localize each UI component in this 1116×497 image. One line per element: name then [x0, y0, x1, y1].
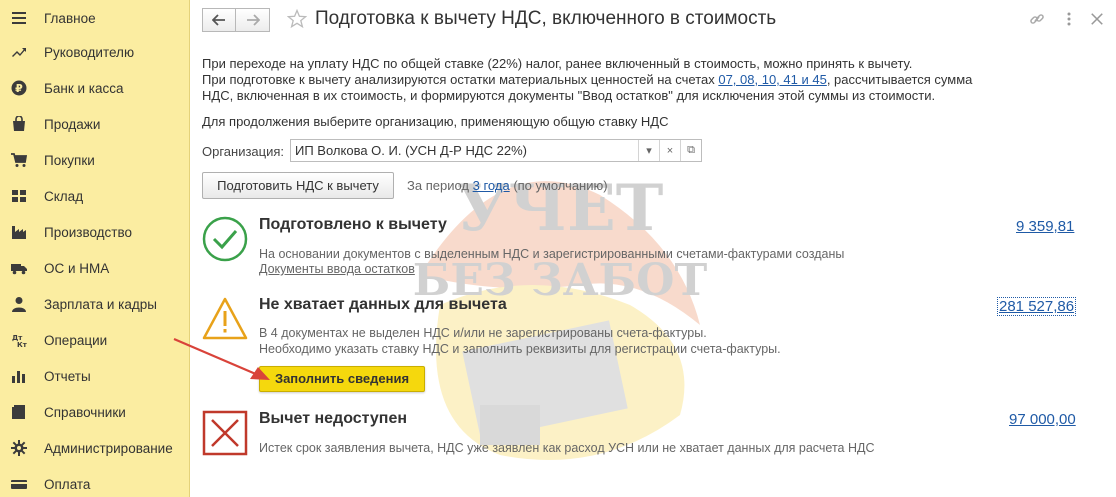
- missing-text-2: Необходимо указать ставку НДС и заполнит…: [259, 342, 781, 356]
- sidebar-item-label: Банк и касса: [44, 80, 124, 96]
- period-text: За период 3 года (по умолчанию): [407, 178, 608, 193]
- arrow-right-icon: [246, 14, 260, 26]
- sidebar-item-label: Администрирование: [44, 440, 173, 456]
- open-icon: ⧉: [687, 144, 695, 156]
- back-button[interactable]: [202, 8, 236, 32]
- x-box-icon: [202, 410, 248, 456]
- bar-chart-icon: [10, 367, 28, 385]
- link-icon[interactable]: [1028, 10, 1046, 28]
- forward-button[interactable]: [236, 8, 270, 32]
- sidebar-item-reports[interactable]: Отчеты: [0, 358, 190, 394]
- sidebar-item-production[interactable]: Производство: [0, 214, 190, 250]
- factory-icon: [10, 223, 28, 241]
- favorite-star-icon[interactable]: [287, 9, 307, 29]
- sidebar-item-label: Продажи: [44, 116, 101, 132]
- sidebar-item-main[interactable]: Главное: [0, 0, 190, 36]
- intro-line-3: НДС, включенная в их стоимость, и формир…: [202, 88, 936, 103]
- sidebar-item-references[interactable]: Справочники: [0, 394, 190, 430]
- person-icon: [10, 295, 28, 313]
- fill-details-button[interactable]: Заполнить сведения: [259, 366, 425, 392]
- unavailable-title: Вычет недоступен: [259, 410, 408, 427]
- sidebar-item-label: Производство: [44, 224, 133, 240]
- sidebar-item-label: ОС и НМА: [44, 260, 110, 276]
- sidebar-item-purchases[interactable]: Покупки: [0, 142, 190, 178]
- close-icon[interactable]: [1088, 10, 1106, 28]
- sidebar-item-manager[interactable]: Руководителю: [0, 34, 190, 70]
- prepare-vat-button[interactable]: Подготовить НДС к вычету: [202, 172, 394, 199]
- sidebar-item-fixed-assets[interactable]: ОС и НМА: [0, 250, 190, 286]
- org-label: Организация:: [202, 144, 285, 159]
- period-prefix: За период: [407, 178, 469, 193]
- warehouse-icon: [10, 187, 28, 205]
- missing-amount-link[interactable]: 281 527,86: [997, 297, 1077, 316]
- nav-buttons: [202, 8, 270, 32]
- sidebar-item-admin[interactable]: Администрирование: [0, 430, 190, 466]
- sidebar-item-label: Покупки: [44, 152, 95, 168]
- sidebar-item-label: Оплата: [44, 476, 91, 492]
- ready-title: Подготовлено к вычету: [259, 216, 447, 233]
- open-button[interactable]: ⧉: [680, 140, 701, 161]
- choose-org-text: Для продолжения выберите организацию, пр…: [202, 114, 669, 129]
- sidebar-item-label: Зарплата и кадры: [44, 296, 157, 312]
- sidebar-item-label: Руководителю: [44, 44, 135, 60]
- intro-line-2-text: При подготовке к вычету анализируются ос…: [202, 72, 719, 87]
- period-suffix: (по умолчанию): [513, 178, 608, 193]
- book-icon: [10, 403, 28, 421]
- missing-title: Не хватает данных для вычета: [259, 296, 507, 313]
- ruble-icon: ₽: [10, 79, 28, 97]
- sidebar-item-label: Отчеты: [44, 368, 91, 384]
- intro-line-1: При переходе на уплату НДС по общей став…: [202, 56, 913, 71]
- ready-amount-link[interactable]: 9 359,81: [1016, 218, 1074, 235]
- more-vertical-icon[interactable]: [1060, 10, 1078, 28]
- unavailable-text: Истек срок заявления вычета, НДС уже зая…: [259, 441, 875, 455]
- missing-text-1: В 4 документах не выделен НДС и/или не з…: [259, 326, 707, 340]
- clear-button[interactable]: ×: [659, 140, 680, 161]
- sidebar-item-salary[interactable]: Зарплата и кадры: [0, 286, 190, 322]
- sidebar-item-operations[interactable]: Дт Кт Операции: [0, 322, 190, 358]
- sidebar-item-label: Склад: [44, 188, 84, 204]
- check-circle-icon: [202, 216, 248, 262]
- unavailable-amount-link[interactable]: 97 000,00: [1009, 411, 1076, 428]
- debit-credit-icon: Дт Кт: [10, 331, 28, 349]
- ready-text: На основании документов с выделенным НДС…: [259, 247, 845, 261]
- sidebar-item-label: Справочники: [44, 404, 126, 420]
- intro-line-2: При подготовке к вычету анализируются ос…: [202, 72, 972, 88]
- sidebar-item-sales[interactable]: Продажи: [0, 106, 190, 142]
- accounts-link[interactable]: 07, 08, 10, 41 и 45: [718, 72, 826, 87]
- sidebar: Главное Руководителю ₽ Банк и касса Прод…: [0, 0, 190, 497]
- sidebar-item-label: Главное: [44, 10, 96, 26]
- period-link[interactable]: 3 года: [473, 178, 510, 193]
- sidebar-item-bank[interactable]: ₽ Банк и касса: [0, 70, 190, 106]
- trend-icon: [10, 43, 28, 61]
- org-field: ▾ × ⧉: [290, 139, 702, 162]
- svg-text:Кт: Кт: [17, 341, 27, 348]
- clear-icon: ×: [666, 144, 674, 157]
- truck-icon: [10, 259, 28, 277]
- menu-icon: [10, 9, 28, 27]
- page-title: Подготовка к вычету НДС, включенного в с…: [315, 8, 777, 29]
- bag-icon: [10, 115, 28, 133]
- svg-text:₽: ₽: [15, 82, 23, 95]
- sidebar-item-payment[interactable]: Оплата: [0, 466, 190, 497]
- payment-icon: [10, 475, 28, 493]
- gear-icon: [10, 439, 28, 457]
- warning-icon: [202, 297, 248, 340]
- arrow-left-icon: [212, 14, 225, 26]
- sidebar-item-warehouse[interactable]: Склад: [0, 178, 190, 214]
- dropdown-button[interactable]: ▾: [638, 140, 659, 161]
- sidebar-item-label: Операции: [44, 332, 108, 348]
- intro-line-2-tail: , рассчитывается сумма: [826, 72, 973, 87]
- input-documents-link[interactable]: Документы ввода остатков: [259, 261, 415, 277]
- cart-icon: [10, 151, 28, 169]
- org-input[interactable]: [291, 140, 638, 161]
- chevron-down-icon: ▾: [646, 145, 652, 157]
